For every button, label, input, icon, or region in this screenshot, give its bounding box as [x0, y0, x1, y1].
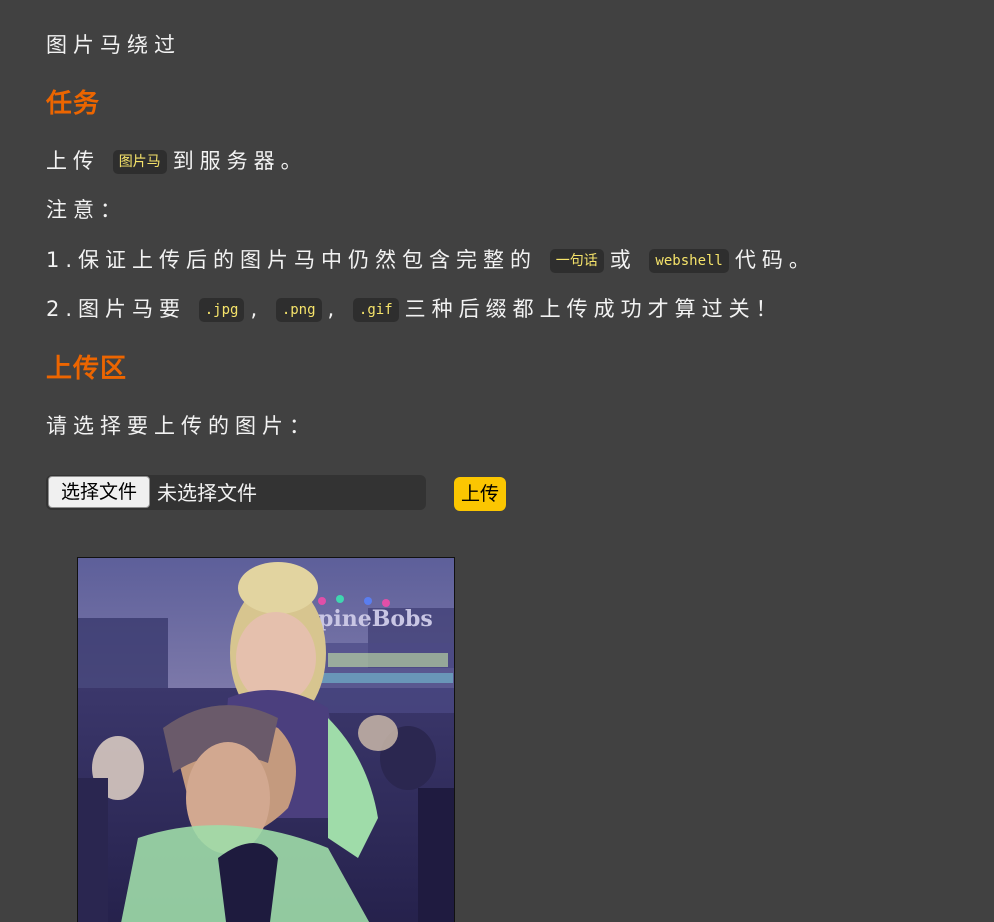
code-tag-one-liner: 一句话 [549, 249, 604, 273]
task-item-1: 1.保证上传后的图片马中仍然包含完整的 一句话或 webshell 代码。 [46, 245, 816, 276]
upload-button[interactable]: 上传 [454, 477, 506, 511]
task-item-2-pre: 2.图片马要 [46, 297, 187, 321]
code-tag-image-horse: 图片马 [112, 150, 167, 174]
task-item-1-pre: 1.保证上传后的图片马中仍然包含完整的 [46, 248, 538, 272]
file-status-text: 未选择文件 [157, 481, 257, 505]
note-label: 注意： [46, 198, 127, 222]
task-line-1: 上传 图片马 到服务器。 [46, 146, 308, 177]
code-tag-png: .png [275, 298, 322, 322]
code-tag-gif: .gif [352, 298, 399, 322]
code-tag-jpg: .jpg [198, 298, 245, 322]
task-line-1-pre: 上传 [46, 149, 100, 173]
file-input[interactable]: 选择文件 未选择文件 [46, 475, 426, 510]
breadcrumb: 图片马绕过 [46, 33, 181, 57]
uploaded-image-preview: pineBobs [77, 557, 455, 922]
upload-prompt: 请选择要上传的图片： [46, 414, 316, 438]
task-item-2-post: 三种后缀都上传成功才算过关！ [404, 297, 783, 321]
sign-text: pineBobs [318, 606, 433, 632]
task-item-1-post: 代码。 [734, 248, 816, 272]
task-line-1-post: 到服务器。 [172, 149, 308, 173]
task-item-1-mid: 或 [609, 248, 637, 272]
task-item-2-sep-1: , [250, 297, 264, 321]
code-tag-webshell: webshell [649, 249, 729, 273]
upload-heading: 上传区 [46, 354, 128, 384]
choose-file-button[interactable]: 选择文件 [48, 476, 150, 508]
task-item-2-sep-2: , [327, 297, 341, 321]
photo-illustration: pineBobs [78, 558, 454, 922]
task-heading: 任务 [46, 89, 101, 119]
task-item-2: 2.图片马要 .jpg, .png, .gif 三种后缀都上传成功才算过关！ [46, 294, 783, 325]
